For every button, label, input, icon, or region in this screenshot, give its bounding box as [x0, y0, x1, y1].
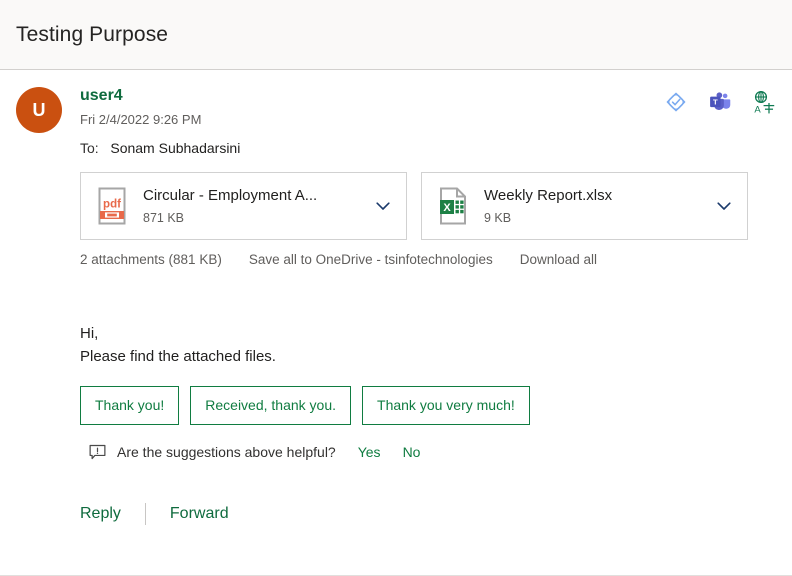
- feedback-yes-link[interactable]: Yes: [358, 444, 381, 460]
- feedback-bubble-icon: [88, 443, 106, 461]
- svg-text:A: A: [754, 104, 761, 114]
- page-title: Testing Purpose: [16, 22, 169, 46]
- attachment-links-row: 2 attachments (881 KB) Save all to OneDr…: [80, 252, 776, 267]
- attachment-meta: Circular - Employment A... 871 KB: [143, 186, 366, 227]
- excel-file-glyph: X: [440, 187, 466, 225]
- body-line: Please find the attached files.: [80, 348, 276, 365]
- attachment-name: Weekly Report.xlsx: [484, 186, 613, 204]
- attachment-card[interactable]: pdf Circular - Employment A... 871 KB: [80, 172, 407, 240]
- sender-row: U user4 Fri 2/4/2022 9:26 PM To: Sonam S…: [16, 86, 776, 158]
- teams-icon[interactable]: T: [708, 90, 732, 114]
- svg-text:T: T: [713, 97, 718, 106]
- save-all-to-onedrive-link[interactable]: Save all to OneDrive - tsinfotechnologie…: [249, 252, 493, 267]
- attachment-name: Circular - Employment A...: [143, 186, 318, 204]
- suggested-replies: Thank you! Received, thank you. Thank yo…: [80, 386, 776, 425]
- sent-timestamp: Fri 2/4/2022 9:26 PM: [80, 112, 202, 127]
- pdf-file-glyph: pdf: [98, 187, 126, 225]
- feedback-prompt: Are the suggestions above helpful?: [117, 444, 336, 460]
- subject-header: Testing Purpose: [0, 0, 792, 70]
- body-line: Hi,: [80, 325, 99, 342]
- recipient-name[interactable]: Sonam Subhadarsini: [110, 140, 240, 156]
- svg-text:X: X: [443, 202, 451, 214]
- translate-glyph: A: [754, 90, 775, 114]
- message-region: T A U user4 Fri 2/4/2022 9:26 PM To: Son…: [0, 70, 792, 576]
- feedback-no-link[interactable]: No: [403, 444, 421, 460]
- attachments-row: pdf Circular - Employment A... 871 KB X …: [80, 172, 776, 240]
- sender-name-wrap: user4: [80, 86, 240, 106]
- forward-button[interactable]: Forward: [170, 503, 229, 525]
- to-label: To:: [80, 140, 99, 156]
- attachment-card[interactable]: X Weekly Report.xlsx 9 KB: [421, 172, 748, 240]
- suggested-reply-chip[interactable]: Received, thank you.: [190, 386, 352, 425]
- message-body: Hi, Please find the attached files.: [80, 322, 776, 368]
- teams-glyph: T: [710, 92, 731, 110]
- chevron-down-icon[interactable]: [707, 189, 741, 223]
- message-reading-pane: Testing Purpose T A U user4 Fri 2/4/2022…: [0, 0, 792, 576]
- excel-file-icon: X: [436, 186, 470, 226]
- chevron-down-glyph: [376, 202, 390, 210]
- attachment-size: 9 KB: [484, 210, 512, 225]
- download-all-link[interactable]: Download all: [520, 252, 597, 267]
- chevron-down-icon[interactable]: [366, 189, 400, 223]
- sender-name[interactable]: user4: [80, 86, 123, 106]
- feedback-bubble-glyph: [89, 444, 105, 459]
- sender-info: user4 Fri 2/4/2022 9:26 PM To: Sonam Sub…: [80, 86, 240, 158]
- reply-button[interactable]: Reply: [80, 503, 121, 525]
- suggestions-feedback-row: Are the suggestions above helpful? Yes N…: [88, 443, 776, 461]
- suggested-reply-chip[interactable]: Thank you very much!: [362, 386, 530, 425]
- svg-text:pdf: pdf: [103, 199, 121, 211]
- recipients-line: To: Sonam Subhadarsini: [80, 138, 240, 158]
- attachment-size: 871 KB: [143, 210, 185, 225]
- avatar[interactable]: U: [16, 87, 62, 133]
- protected-badge-icon[interactable]: [664, 90, 688, 114]
- divider: [144, 503, 146, 525]
- pdf-file-icon: pdf: [95, 186, 129, 226]
- attachment-summary: 2 attachments (881 KB): [80, 252, 222, 267]
- protected-badge-glyph: [666, 92, 686, 112]
- reply-forward-bar: Reply Forward: [80, 503, 776, 525]
- message-header-actions: T A: [664, 90, 776, 114]
- translate-icon[interactable]: A: [752, 90, 776, 114]
- suggested-reply-chip[interactable]: Thank you!: [80, 386, 180, 425]
- chevron-down-glyph: [717, 202, 731, 210]
- attachment-meta: Weekly Report.xlsx 9 KB: [484, 186, 707, 227]
